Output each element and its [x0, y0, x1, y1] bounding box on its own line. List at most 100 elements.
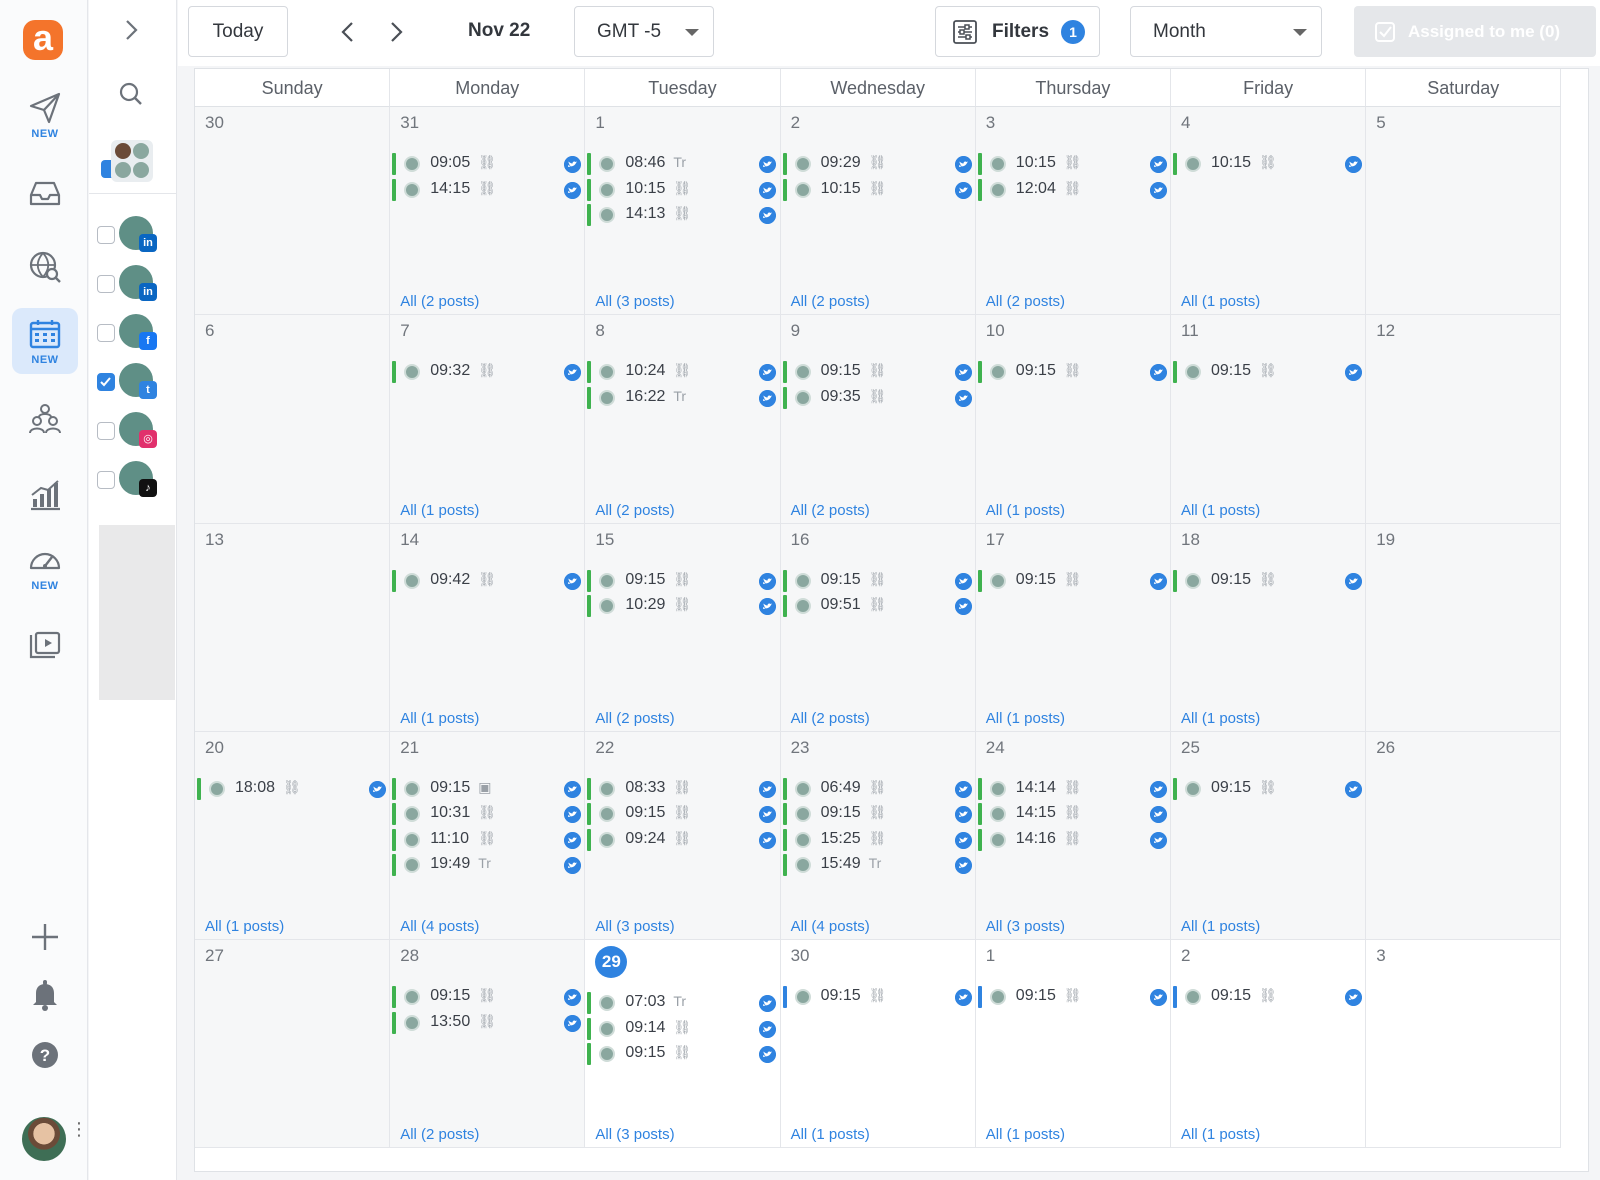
nav-calendar[interactable]: NEW — [12, 308, 78, 374]
timezone-select[interactable]: GMT -5 — [574, 6, 714, 57]
day-cell[interactable]: 24 14:14 ⛓ 14:15 ⛓ 14:16 ⛓ All (3 posts) — [975, 731, 1172, 941]
scheduled-post[interactable]: 08:46 Tr — [585, 153, 781, 175]
day-cell[interactable]: 30 — [195, 107, 391, 316]
day-cell[interactable]: 3 10:15 ⛓ 12:04 ⛓ All (2 posts) — [975, 107, 1172, 316]
day-cell[interactable]: 17 09:15 ⛓ All (1 posts) — [975, 523, 1172, 732]
scheduled-post[interactable]: 09:32 ⛓ — [390, 361, 586, 384]
day-cell[interactable]: 13 — [195, 523, 391, 732]
account-row-linkedin[interactable]: in — [97, 263, 169, 303]
account-checkbox[interactable] — [97, 324, 115, 342]
all-posts-link[interactable]: All (2 posts) — [400, 293, 479, 310]
all-posts-link[interactable]: All (3 posts) — [595, 918, 674, 935]
scheduled-post[interactable]: 09:15 ⛓ — [1171, 777, 1367, 800]
day-cell[interactable]: 10 09:15 ⛓ All (1 posts) — [975, 315, 1172, 524]
scheduled-post[interactable]: 09:15 ⛓ — [976, 361, 1172, 384]
nav-inbox[interactable] — [12, 160, 78, 226]
day-cell[interactable]: 1 08:46 Tr 10:15 ⛓ 14:13 ⛓ All (3 posts) — [585, 107, 781, 316]
nav-dashboard[interactable]: NEW — [12, 534, 78, 600]
scheduled-post[interactable]: 09:15 ⛓ — [1171, 361, 1367, 384]
all-posts-link[interactable]: All (3 posts) — [595, 1126, 674, 1143]
day-cell[interactable]: 15 09:15 ⛓ 10:29 ⛓ All (2 posts) — [585, 523, 781, 732]
day-cell[interactable]: 25 09:15 ⛓ All (1 posts) — [1171, 731, 1367, 941]
scheduled-post[interactable]: 09:35 ⛓ — [781, 386, 977, 409]
day-cell[interactable]: 2 09:15 ⛓ All (1 posts) — [1171, 940, 1367, 1149]
scheduled-post[interactable]: 09:24 ⛓ — [585, 828, 781, 851]
scheduled-post[interactable]: 09:15 ⛓ — [976, 569, 1172, 592]
all-posts-link[interactable]: All (2 posts) — [791, 710, 870, 727]
scheduled-post[interactable]: 09:15 ⛓ — [976, 986, 1172, 1009]
day-cell[interactable]: 21 09:15 ▣ 10:31 ⛓ 11:10 ⛓ 19:49 Tr All (4 posts) — [390, 731, 586, 941]
day-cell[interactable]: 3 — [1366, 940, 1562, 1149]
all-posts-link[interactable]: All (2 posts) — [595, 710, 674, 727]
scheduled-post[interactable]: 18:08 ⛓ — [195, 777, 391, 800]
all-posts-link[interactable]: All (1 posts) — [986, 1126, 1065, 1143]
day-cell[interactable]: 5 — [1366, 107, 1562, 316]
scheduled-post[interactable]: 09:15 ⛓ — [781, 803, 977, 826]
day-cell[interactable]: 12 — [1366, 315, 1562, 524]
day-cell[interactable]: 22 08:33 ⛓ 09:15 ⛓ 09:24 ⛓ All (3 posts) — [585, 731, 781, 941]
search-icon[interactable] — [117, 80, 145, 108]
scheduled-post[interactable]: 08:33 ⛓ — [585, 777, 781, 800]
filters-button[interactable]: Filters 1 — [935, 6, 1100, 57]
day-cell[interactable]: 27 — [195, 940, 391, 1149]
scheduled-post[interactable]: 09:15 ⛓ — [1171, 986, 1367, 1009]
scheduled-post[interactable]: 14:15 ⛓ — [390, 178, 586, 201]
next-button[interactable] — [380, 14, 412, 50]
day-cell[interactable]: 1 09:15 ⛓ All (1 posts) — [975, 940, 1172, 1149]
day-cell[interactable]: 7 09:32 ⛓ All (1 posts) — [390, 315, 586, 524]
scheduled-post[interactable]: 10:15 ⛓ — [976, 153, 1172, 175]
day-cell[interactable]: 26 — [1366, 731, 1562, 941]
scheduled-post[interactable]: 09:15 ⛓ — [585, 803, 781, 826]
day-cell[interactable]: 8 10:24 ⛓ 16:22 Tr All (2 posts) — [585, 315, 781, 524]
day-cell[interactable]: 30 09:15 ⛓ All (1 posts) — [780, 940, 976, 1149]
all-posts-link[interactable]: All (4 posts) — [400, 918, 479, 935]
day-cell[interactable]: 29 07:03 Tr 09:14 ⛓ 09:15 ⛓ All (3 posts) — [585, 940, 781, 1149]
all-posts-link[interactable]: All (1 posts) — [1181, 1126, 1260, 1143]
all-posts-link[interactable]: All (1 posts) — [1181, 502, 1260, 519]
account-row-linkedin[interactable]: in — [97, 214, 169, 254]
all-posts-link[interactable]: All (2 posts) — [791, 293, 870, 310]
all-posts-link[interactable]: All (1 posts) — [400, 710, 479, 727]
scheduled-post[interactable]: 10:15 ⛓ — [1171, 153, 1367, 175]
prev-button[interactable] — [332, 14, 364, 50]
account-checkbox[interactable] — [97, 275, 115, 293]
all-posts-link[interactable]: All (2 posts) — [791, 502, 870, 519]
scheduled-post[interactable]: 09:05 ⛓ — [390, 153, 586, 175]
all-posts-link[interactable]: All (1 posts) — [1181, 293, 1260, 310]
scheduled-post[interactable]: 06:49 ⛓ — [781, 777, 977, 800]
account-checkbox[interactable] — [97, 373, 115, 391]
all-posts-link[interactable]: All (1 posts) — [1181, 918, 1260, 935]
scheduled-post[interactable]: 14:15 ⛓ — [976, 803, 1172, 826]
scheduled-post[interactable]: 09:29 ⛓ — [781, 153, 977, 175]
scheduled-post[interactable]: 09:15 ⛓ — [585, 569, 781, 592]
day-cell[interactable]: 23 06:49 ⛓ 09:15 ⛓ 15:25 ⛓ 15:49 Tr All (4 posts) — [780, 731, 977, 941]
scheduled-post[interactable]: 09:42 ⛓ — [390, 569, 586, 592]
all-posts-link[interactable]: All (1 posts) — [205, 918, 284, 935]
account-row-twitter[interactable]: t — [97, 361, 169, 401]
chevron-right-icon[interactable] — [117, 16, 145, 44]
day-cell[interactable]: 16 09:15 ⛓ 09:51 ⛓ All (2 posts) — [780, 523, 977, 732]
all-posts-link[interactable]: All (1 posts) — [791, 1126, 870, 1143]
all-posts-link[interactable]: All (4 posts) — [791, 918, 870, 935]
scheduled-post[interactable]: 07:03 Tr — [585, 992, 781, 1015]
nav-notifications[interactable] — [12, 962, 78, 1028]
all-posts-link[interactable]: All (2 posts) — [595, 502, 674, 519]
nav-media-library[interactable] — [12, 612, 78, 678]
day-cell[interactable]: 9 09:15 ⛓ 09:35 ⛓ All (2 posts) — [780, 315, 977, 524]
scheduled-post[interactable]: 09:15 ⛓ — [390, 986, 586, 1009]
scheduled-post[interactable]: 10:29 ⛓ — [585, 595, 781, 618]
nav-create[interactable] — [12, 904, 78, 970]
all-posts-link[interactable]: All (1 posts) — [400, 502, 479, 519]
scheduled-post[interactable]: 14:16 ⛓ — [976, 828, 1172, 851]
all-posts-link[interactable]: All (3 posts) — [595, 293, 674, 310]
user-menu-icon[interactable]: ⋮ — [70, 1120, 88, 1138]
scheduled-post[interactable]: 09:15 ⛓ — [781, 569, 977, 592]
scheduled-post[interactable]: 09:15 ▣ — [390, 777, 586, 800]
day-cell[interactable]: 18 09:15 ⛓ All (1 posts) — [1171, 523, 1367, 732]
account-row-tiktok[interactable]: ♪ — [97, 459, 169, 499]
account-checkbox[interactable] — [97, 226, 115, 244]
all-posts-link[interactable]: All (2 posts) — [986, 293, 1065, 310]
today-button[interactable]: Today — [188, 6, 288, 57]
all-posts-link[interactable]: All (1 posts) — [1181, 710, 1260, 727]
scheduled-post[interactable]: 16:22 Tr — [585, 386, 781, 409]
